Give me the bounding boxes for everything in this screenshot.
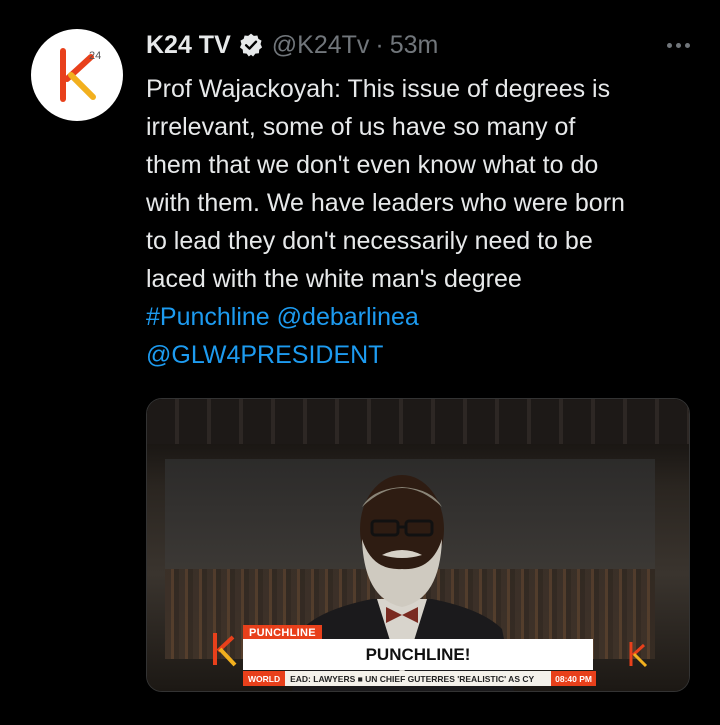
tweet-time[interactable]: 53m bbox=[390, 31, 439, 60]
more-options-icon[interactable] bbox=[667, 28, 690, 62]
k24-watermark-icon bbox=[629, 642, 648, 668]
ticker-text: EAD: LAWYERS ■ UN CHIEF GUTERRES 'REALIS… bbox=[290, 673, 535, 684]
news-ticker: WORLD EAD: LAWYERS ■ UN CHIEF GUTERRES '… bbox=[243, 671, 596, 686]
svg-text:24: 24 bbox=[89, 50, 101, 62]
verified-badge-icon bbox=[239, 33, 262, 57]
tweet-line: irrelevant, some of us have so many of bbox=[146, 113, 576, 141]
ticker-time: 08:40 PM bbox=[551, 671, 596, 686]
separator-dot: · bbox=[375, 30, 384, 59]
tweet-line: to lead they don't necessarily need to b… bbox=[146, 227, 593, 255]
tweet-line: with them. We have leaders who were born bbox=[146, 189, 625, 217]
mention-link[interactable]: @debarlinea bbox=[277, 303, 419, 331]
headline-banner: PUNCHLINE! bbox=[243, 639, 593, 670]
k24-watermark-icon bbox=[213, 633, 237, 667]
avatar[interactable]: 24 bbox=[31, 29, 123, 121]
account-handle[interactable]: @K24Tv bbox=[272, 31, 370, 60]
mention-link[interactable]: @GLW4PRESIDENT bbox=[146, 341, 383, 369]
account-name[interactable]: K24 TV bbox=[146, 31, 231, 60]
tweet-header: K24 TV @K24Tv · 53m bbox=[146, 28, 690, 62]
tweet-text: Prof Wajackoyah: This issue of degrees i… bbox=[146, 70, 706, 374]
tweet-line: them that we don't even know what to do bbox=[146, 151, 599, 179]
k24-logo-icon: 24 bbox=[60, 48, 101, 102]
ticker-label: WORLD bbox=[243, 671, 286, 686]
tweet-line: Prof Wajackoyah: This issue of degrees i… bbox=[146, 75, 611, 103]
ceiling-lights bbox=[147, 399, 689, 444]
tweet-line: laced with the white man's degree bbox=[146, 265, 522, 293]
tweet-media[interactable]: PUNCHLINE PUNCHLINE! WORLD EAD: LAWYERS … bbox=[146, 398, 690, 692]
hashtag-link[interactable]: #Punchline bbox=[146, 303, 270, 331]
